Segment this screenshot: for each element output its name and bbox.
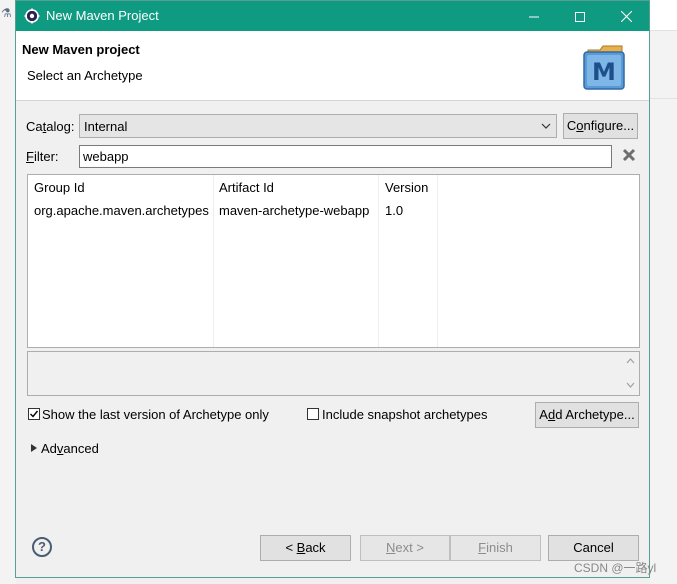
minimize-icon: [529, 16, 539, 18]
table-column-artifact-id: Artifact Id: [214, 175, 379, 347]
advanced-section-toggle[interactable]: Advanced: [41, 441, 99, 456]
catalog-select[interactable]: Internal: [79, 114, 557, 138]
catalog-selected-value: Internal: [84, 119, 128, 134]
title-bar: New Maven Project: [16, 1, 649, 31]
window-title: New Maven Project: [46, 8, 159, 23]
minimize-button[interactable]: [511, 1, 557, 31]
cell-artifact-id: maven-archetype-webapp: [219, 203, 370, 218]
maximize-button[interactable]: [557, 1, 603, 31]
eclipse-gear-icon: [24, 8, 40, 24]
background-app-icon: ⚗: [1, 6, 12, 20]
column-header-artifact-id[interactable]: Artifact Id: [219, 180, 274, 195]
filter-input-value: webapp: [83, 149, 129, 164]
description-scrollbar[interactable]: [622, 352, 639, 395]
table-column-group-id: Group Id: [28, 175, 214, 347]
clear-filter-icon[interactable]: [622, 148, 636, 162]
background-window-left: ⚗: [0, 0, 16, 584]
close-button[interactable]: [603, 1, 649, 31]
catalog-label: Catalog:: [26, 119, 75, 134]
maven-logo-icon: M: [583, 45, 625, 90]
include-snapshot-label[interactable]: Include snapshot archetypes: [322, 407, 488, 422]
add-archetype-button[interactable]: Add Archetype...: [535, 402, 639, 428]
show-last-version-checkbox[interactable]: [28, 408, 40, 420]
column-header-group-id[interactable]: Group Id: [34, 180, 85, 195]
configure-button[interactable]: Configure...: [563, 113, 638, 139]
show-last-version-label[interactable]: Show the last version of Archetype only: [42, 407, 269, 422]
close-icon: [620, 10, 632, 23]
chevron-down-icon: [541, 123, 551, 129]
cell-group-id: org.apache.maven.archetypes: [34, 203, 209, 218]
cancel-button[interactable]: Cancel: [548, 535, 639, 561]
filter-label: Filter:: [26, 149, 59, 164]
maven-logo-letter: M: [592, 58, 616, 86]
help-icon[interactable]: ?: [32, 537, 52, 557]
checkmark-icon: [30, 410, 39, 418]
expand-arrow-icon[interactable]: [31, 444, 37, 452]
back-button[interactable]: < Back: [260, 535, 351, 561]
background-window-right: [650, 0, 677, 584]
column-header-version[interactable]: Version: [385, 180, 428, 195]
wizard-title: New Maven project: [22, 42, 140, 57]
archetype-description-area: [27, 351, 640, 396]
scroll-up-icon[interactable]: [626, 358, 635, 364]
wizard-header: New Maven project Select an Archetype M: [16, 31, 649, 101]
cell-version: 1.0: [385, 203, 404, 218]
finish-button[interactable]: Finish: [450, 535, 541, 561]
table-column-version: Version: [379, 175, 438, 347]
archetype-table[interactable]: Group Id Artifact Id Version org.apache.…: [27, 174, 640, 348]
filter-input[interactable]: webapp: [79, 145, 612, 168]
wizard-subtitle: Select an Archetype: [27, 68, 143, 83]
csdn-watermark: CSDN @一路yl: [574, 561, 657, 575]
next-button[interactable]: Next >: [360, 535, 450, 561]
maximize-icon: [575, 11, 585, 22]
include-snapshot-checkbox[interactable]: [307, 408, 319, 420]
new-maven-project-dialog: New Maven Project New Maven project Sele…: [15, 0, 650, 578]
scroll-down-icon[interactable]: [626, 382, 635, 388]
